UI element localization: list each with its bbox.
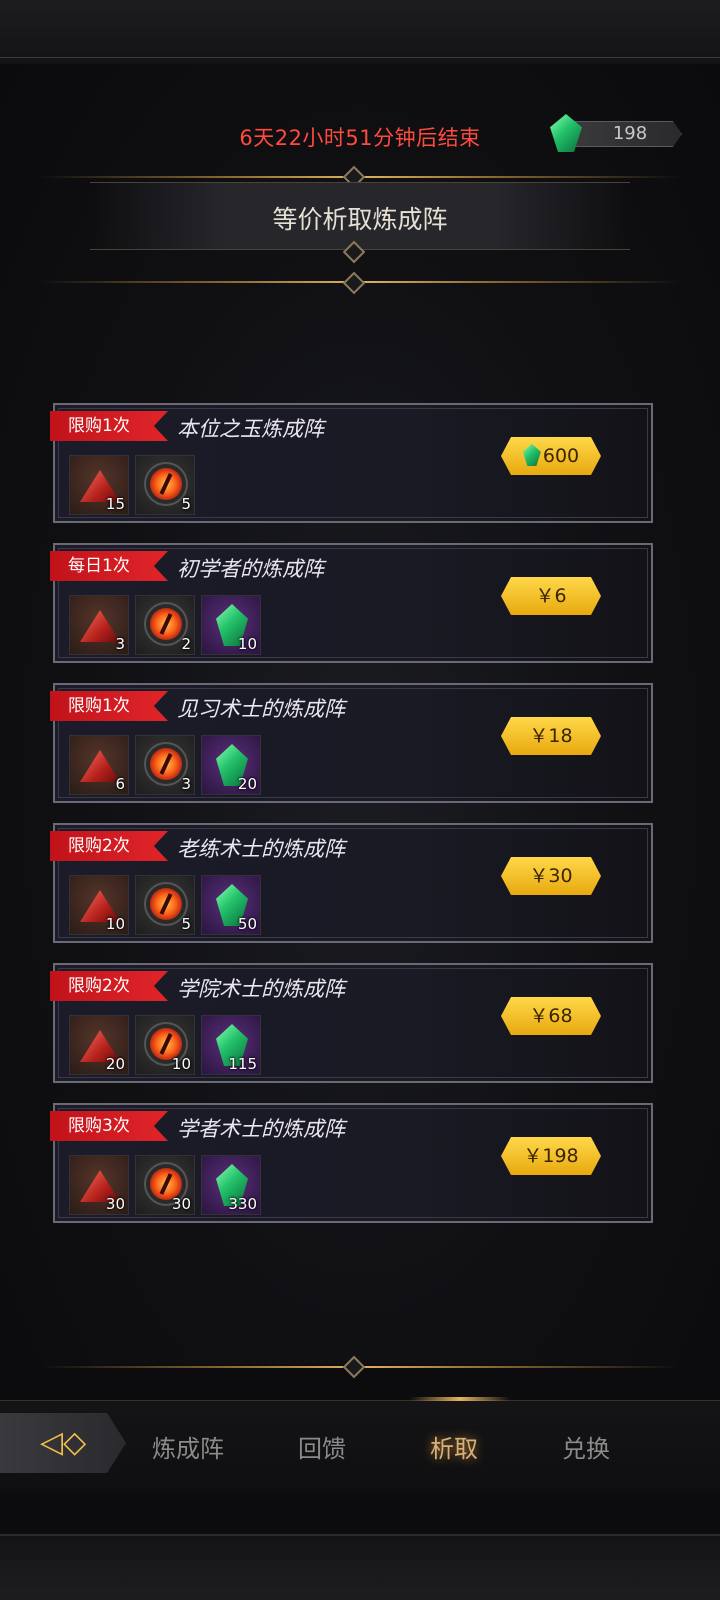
- reward-item[interactable]: 3: [69, 595, 129, 655]
- item-count: 115: [228, 1055, 257, 1073]
- buy-button[interactable]: ￥6: [501, 577, 601, 615]
- red-shard-icon: [80, 750, 120, 782]
- reward-item[interactable]: 6: [69, 735, 129, 795]
- offer-name: 本位之玉炼成阵: [177, 417, 324, 441]
- item-count: 15: [105, 495, 125, 513]
- item-count: 30: [105, 1195, 125, 1213]
- price-label: 600: [542, 445, 580, 467]
- reward-item[interactable]: 15: [69, 455, 129, 515]
- tab-extract[interactable]: 析取: [430, 1429, 478, 1464]
- buy-button[interactable]: ￥30: [501, 857, 601, 895]
- green-gem-icon: [522, 444, 541, 466]
- price-label: ￥68: [529, 1005, 573, 1027]
- reward-item[interactable]: 10: [201, 595, 261, 655]
- tab-alchemy-array[interactable]: 炼成阵: [152, 1429, 224, 1464]
- title-banner: 等价析取炼成阵: [90, 182, 630, 250]
- purchase-limit-tag: 每日1次: [50, 551, 168, 581]
- item-count: 10: [105, 915, 125, 933]
- purchase-limit-tag: 限购3次: [50, 1111, 168, 1141]
- reward-item[interactable]: 30: [135, 1155, 195, 1215]
- reward-item[interactable]: 330: [201, 1155, 261, 1215]
- fire-eye-icon: [150, 468, 182, 500]
- price-label: ￥30: [529, 865, 573, 887]
- offer-name: 老练术士的炼成阵: [177, 837, 345, 861]
- item-count: 10: [171, 1055, 191, 1073]
- offer-name: 初学者的炼成阵: [177, 557, 324, 581]
- offer-name: 学者术士的炼成阵: [177, 1117, 345, 1141]
- red-shard-icon: [80, 610, 120, 642]
- purchase-limit-tag: 限购1次: [50, 411, 168, 441]
- bottom-frame: [0, 1534, 720, 1600]
- buy-button[interactable]: ￥198: [501, 1137, 601, 1175]
- item-count: 3: [181, 775, 191, 793]
- buy-button[interactable]: 600: [501, 437, 601, 475]
- offer-card[interactable]: 限购1次 见习术士的炼成阵 6 3 20 ￥18: [50, 683, 653, 803]
- reward-item[interactable]: 5: [135, 455, 195, 515]
- offer-name: 见习术士的炼成阵: [177, 697, 345, 721]
- tab-exchange[interactable]: 兑换: [562, 1429, 610, 1464]
- offer-card[interactable]: 限购2次 学院术士的炼成阵 20 10 115 ￥68: [50, 963, 653, 1083]
- purchase-limit-tag: 限购2次: [50, 971, 168, 1001]
- item-count: 2: [181, 635, 191, 653]
- price-label: ￥198: [523, 1145, 579, 1167]
- buy-button[interactable]: ￥68: [501, 997, 601, 1035]
- item-count: 3: [115, 635, 125, 653]
- top-frame: [0, 0, 720, 66]
- item-count: 50: [237, 915, 257, 933]
- reward-item[interactable]: 20: [69, 1015, 129, 1075]
- reward-item[interactable]: 5: [135, 875, 195, 935]
- tab-feedback[interactable]: 回馈: [298, 1429, 346, 1464]
- reward-item[interactable]: 10: [69, 875, 129, 935]
- back-arrow-icon: ◁◇: [40, 1425, 87, 1460]
- reward-item[interactable]: 2: [135, 595, 195, 655]
- fire-eye-icon: [150, 608, 182, 640]
- fire-eye-icon: [150, 748, 182, 780]
- offer-name: 学院术士的炼成阵: [177, 977, 345, 1001]
- bottom-tab-bar: ◁◇ 炼成阵 回馈 析取 兑换: [0, 1397, 720, 1491]
- item-count: 20: [237, 775, 257, 793]
- offer-card[interactable]: 限购3次 学者术士的炼成阵 30 30 330 ￥198: [50, 1103, 653, 1223]
- item-count: 20: [105, 1055, 125, 1073]
- reward-item[interactable]: 115: [201, 1015, 261, 1075]
- purchase-limit-tag: 限购2次: [50, 831, 168, 861]
- price-label: ￥18: [529, 725, 573, 747]
- back-button[interactable]: ◁◇: [0, 1413, 126, 1473]
- item-count: 6: [115, 775, 125, 793]
- buy-button[interactable]: ￥18: [501, 717, 601, 755]
- page-title: 等价析取炼成阵: [272, 205, 448, 234]
- offer-card[interactable]: 限购2次 老练术士的炼成阵 10 5 50 ￥30: [50, 823, 653, 943]
- item-count: 330: [228, 1195, 257, 1213]
- offer-card[interactable]: 每日1次 初学者的炼成阵 3 2 10 ￥6: [50, 543, 653, 663]
- reward-item[interactable]: 20: [201, 735, 261, 795]
- currency-count: 198: [612, 123, 648, 144]
- purchase-limit-tag: 限购1次: [50, 691, 168, 721]
- item-count: 5: [181, 915, 191, 933]
- offer-card[interactable]: 限购1次 本位之玉炼成阵 15 5 600: [50, 403, 653, 523]
- reward-item[interactable]: 3: [135, 735, 195, 795]
- item-count: 5: [181, 495, 191, 513]
- item-count: 10: [237, 635, 257, 653]
- reward-item[interactable]: 10: [135, 1015, 195, 1075]
- reward-item[interactable]: 30: [69, 1155, 129, 1215]
- reward-item[interactable]: 50: [201, 875, 261, 935]
- price-label: ￥6: [535, 585, 567, 607]
- item-count: 30: [171, 1195, 191, 1213]
- currency-display[interactable]: 198: [548, 114, 686, 152]
- fire-eye-icon: [150, 888, 182, 920]
- event-timer: 6天22小时51分钟后结束: [239, 126, 481, 150]
- active-tab-indicator: [410, 1397, 510, 1401]
